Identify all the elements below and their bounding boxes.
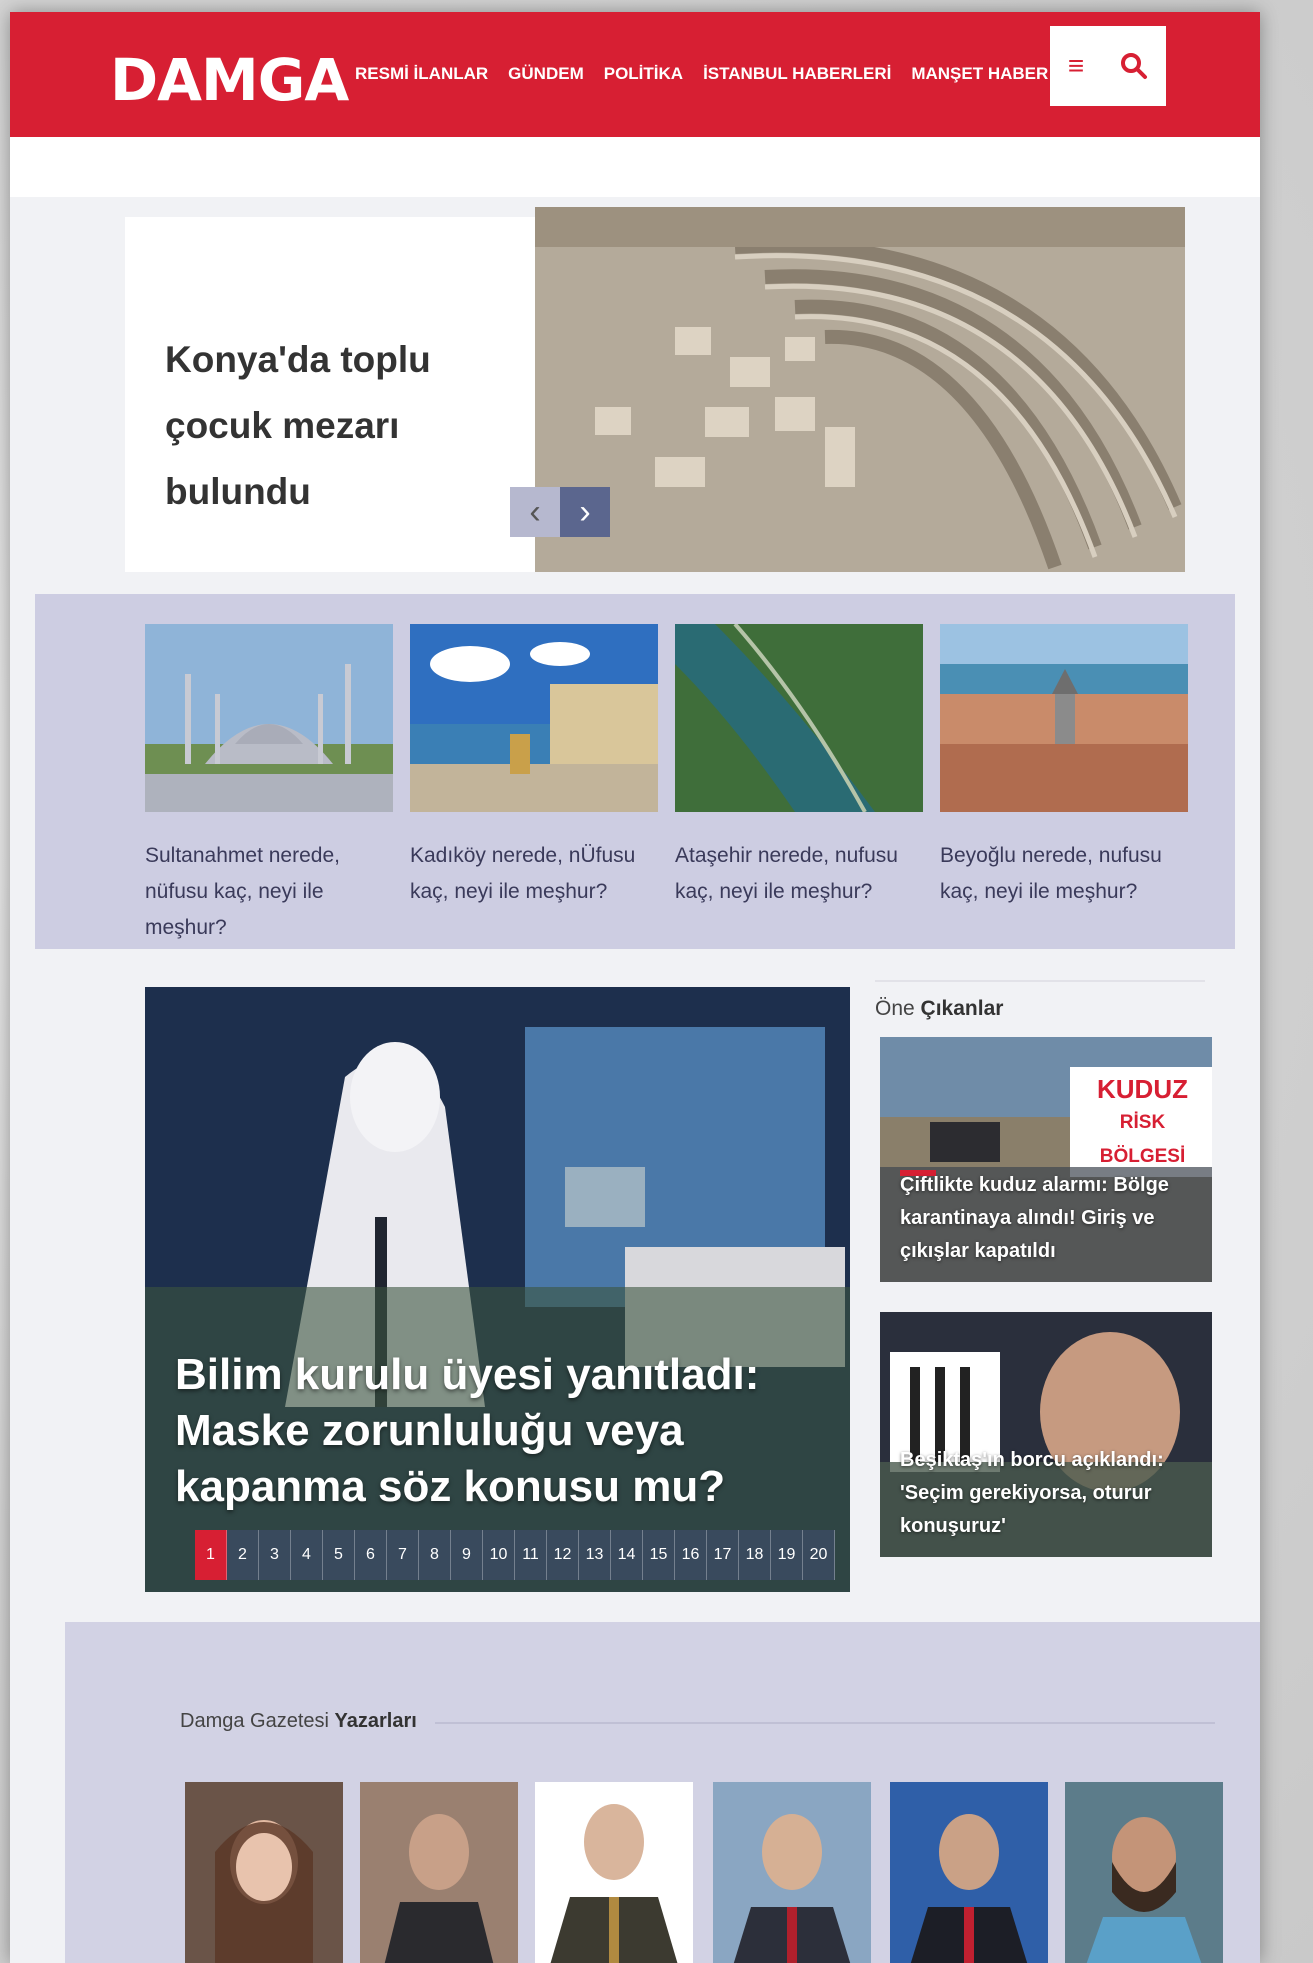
district-card[interactable]: Ataşehir nerede, nufusu kaç, neyi ile me… — [675, 624, 923, 910]
hero-prev-button[interactable]: ‹ — [510, 487, 560, 537]
page-button[interactable]: 18 — [739, 1530, 771, 1580]
page-button[interactable]: 20 — [803, 1530, 835, 1580]
page-button[interactable]: 7 — [387, 1530, 419, 1580]
writer-avatar[interactable] — [890, 1782, 1048, 1963]
district-caption[interactable]: Sultanahmet nerede, nüfusu kaç, neyi ile… — [145, 838, 393, 946]
page-button[interactable]: 11 — [515, 1530, 547, 1580]
page-button[interactable]: 15 — [643, 1530, 675, 1580]
district-image[interactable] — [675, 624, 923, 812]
writer-avatar[interactable] — [185, 1782, 343, 1963]
nav-politika[interactable]: POLİTİKA — [604, 64, 683, 84]
writer-avatar[interactable] — [713, 1782, 871, 1963]
nav-manset-haber[interactable]: MANŞET HABER — [911, 64, 1048, 84]
page-button[interactable]: 4 — [291, 1530, 323, 1580]
district-card[interactable]: Kadıköy nerede, nÜfusu kaç, neyi ile meş… — [410, 624, 658, 910]
page-button[interactable]: 16 — [675, 1530, 707, 1580]
page-button[interactable]: 10 — [483, 1530, 515, 1580]
page-button[interactable]: 2 — [227, 1530, 259, 1580]
district-caption[interactable]: Ataşehir nerede, nufusu kaç, neyi ile me… — [675, 838, 923, 910]
main-nav: RESMİ İLANLAR GÜNDEM POLİTİKA İSTANBUL H… — [355, 64, 1048, 84]
district-caption[interactable]: Kadıköy nerede, nÜfusu kaç, neyi ile meş… — [410, 838, 658, 910]
page-button[interactable]: 17 — [707, 1530, 739, 1580]
page-button[interactable]: 1 — [195, 1530, 227, 1580]
featured-divider — [875, 980, 1205, 982]
featured-title[interactable]: Beşiktaş'ın borcu açıklandı: 'Seçim gere… — [900, 1444, 1190, 1543]
page-button[interactable]: 14 — [611, 1530, 643, 1580]
page: DAMGA RESMİ İLANLAR GÜNDEM POLİTİKA İSTA… — [10, 12, 1260, 1963]
district-card[interactable]: Sultanahmet nerede, nüfusu kaç, neyi ile… — [145, 624, 393, 946]
menu-icon[interactable]: ≡ — [1068, 50, 1084, 82]
district-caption[interactable]: Beyoğlu nerede, nufusu kaç, neyi ile meş… — [940, 838, 1188, 910]
featured-card[interactable]: KUDUZ RİSK BÖLGESİ Çiftlikte kuduz alarm… — [880, 1037, 1212, 1282]
search-icon[interactable] — [1120, 52, 1148, 80]
header-actions: ≡ — [1050, 26, 1166, 106]
writer-avatar[interactable] — [1065, 1782, 1223, 1963]
nav-istanbul-haberleri[interactable]: İSTANBUL HABERLERİ — [703, 64, 891, 84]
featured-card[interactable]: Beşiktaş'ın borcu açıklandı: 'Seçim gere… — [880, 1312, 1212, 1557]
writers-divider — [435, 1722, 1215, 1724]
featured-heading: Öne Çıkanlar — [875, 997, 1004, 1020]
hero-next-button[interactable]: › — [560, 487, 610, 537]
page-button[interactable]: 19 — [771, 1530, 803, 1580]
district-card[interactable]: Beyoğlu nerede, nufusu kaç, neyi ile meş… — [940, 624, 1188, 910]
page-button[interactable]: 8 — [419, 1530, 451, 1580]
site-logo[interactable]: DAMGA — [110, 46, 349, 114]
district-image[interactable] — [145, 624, 393, 812]
main-news-slider[interactable]: Bilim kurulu üyesi yanıtladı: Maske zoru… — [145, 987, 850, 1592]
page-button[interactable]: 12 — [547, 1530, 579, 1580]
hero-headline[interactable]: Konya'da toplu çocuk mezarı bulundu — [165, 327, 525, 525]
nav-gundem[interactable]: GÜNDEM — [508, 64, 584, 84]
kuduz-sign: KUDUZ RİSK BÖLGESİ — [1097, 1074, 1188, 1167]
writers-section: Damga Gazetesi Yazarları — [65, 1622, 1260, 1963]
writer-avatar[interactable] — [535, 1782, 693, 1963]
main-pager: 1 2 3 4 5 6 7 8 9 10 11 12 13 14 15 16 1… — [195, 1530, 835, 1580]
header-subbar — [10, 137, 1260, 197]
hero-slider[interactable]: Konya'da toplu çocuk mezarı bulundu ‹ › — [125, 207, 1185, 572]
page-button[interactable]: 9 — [451, 1530, 483, 1580]
writers-heading: Damga Gazetesi Yazarları — [180, 1710, 417, 1732]
nav-resmi-ilanlar[interactable]: RESMİ İLANLAR — [355, 64, 488, 84]
main-headline[interactable]: Bilim kurulu üyesi yanıtladı: Maske zoru… — [175, 1347, 835, 1515]
district-image[interactable] — [940, 624, 1188, 812]
writer-avatar[interactable] — [360, 1782, 518, 1963]
page-button[interactable]: 6 — [355, 1530, 387, 1580]
district-strip: Sultanahmet nerede, nüfusu kaç, neyi ile… — [35, 594, 1235, 949]
page-button[interactable]: 3 — [259, 1530, 291, 1580]
featured-title[interactable]: Çiftlikte kuduz alarmı: Bölge karantinay… — [900, 1169, 1190, 1268]
site-header: DAMGA RESMİ İLANLAR GÜNDEM POLİTİKA İSTA… — [10, 12, 1260, 137]
district-image[interactable] — [410, 624, 658, 812]
page-button[interactable]: 5 — [323, 1530, 355, 1580]
page-button[interactable]: 13 — [579, 1530, 611, 1580]
hero-image[interactable] — [535, 207, 1185, 572]
